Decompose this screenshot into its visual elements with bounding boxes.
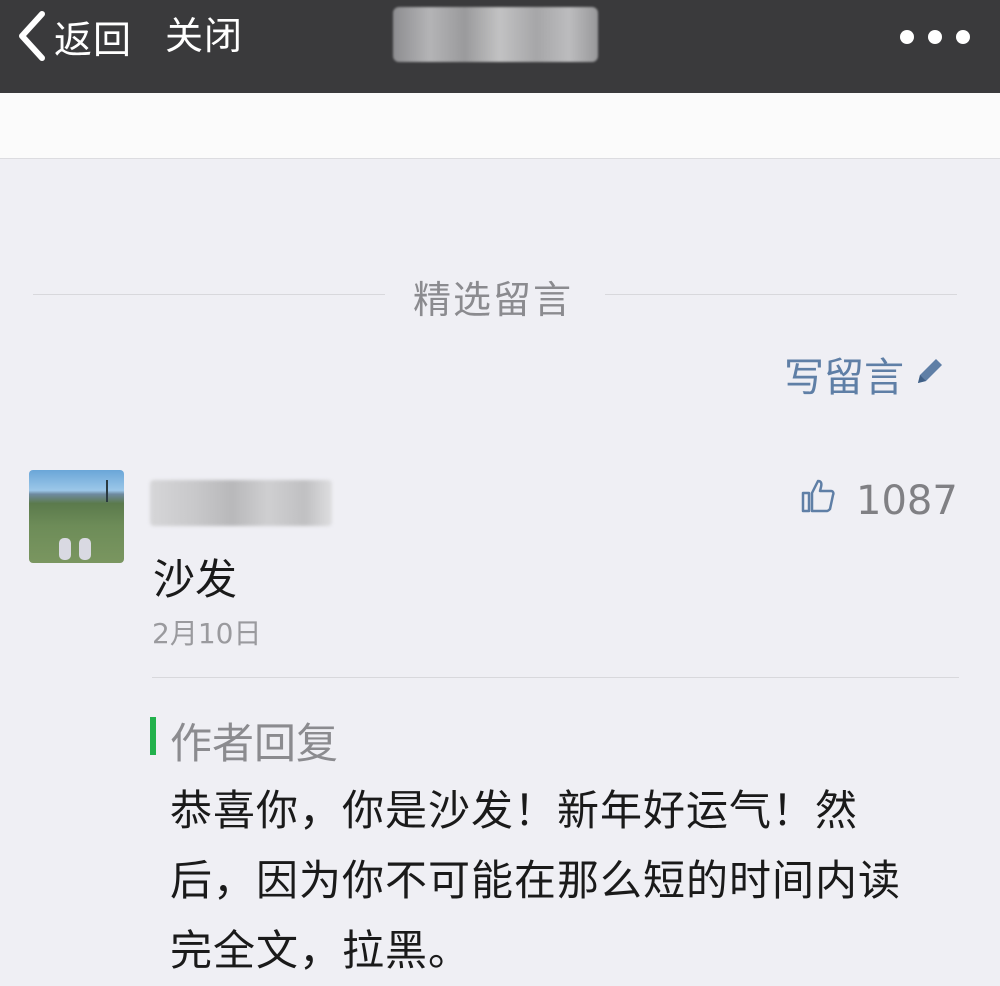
reply-divider: [152, 677, 959, 678]
article-bottom-strip: [0, 93, 1000, 159]
more-dot: [928, 30, 942, 44]
divider-line: [605, 294, 957, 295]
reply-line: 后，因为你不可能在那么短的时间内读: [170, 856, 902, 905]
author-reply-text: 恭喜你，你是沙发！新年好运气！然 后，因为你不可能在那么短的时间内读 完全文，拉…: [170, 776, 960, 986]
like-button[interactable]: 1087: [800, 478, 958, 524]
write-comment-label: 写留言: [784, 355, 904, 401]
write-comment-button[interactable]: 写留言: [784, 345, 946, 403]
avatar-detail: [59, 538, 71, 560]
comments-section-header: 精选留言: [33, 264, 957, 324]
reply-line: 完全文，拉黑。: [170, 926, 472, 975]
more-dot: [956, 30, 970, 44]
thumbs-up-icon: [800, 478, 856, 524]
back-button[interactable]: 返回: [14, 8, 132, 64]
avatar-detail: [79, 538, 91, 560]
page-title-obscured: [393, 7, 598, 62]
comment-text: 沙发: [153, 555, 238, 604]
section-title: 精选留言: [412, 278, 573, 322]
avatar-detail: [106, 480, 108, 502]
commenter-name-obscured: [150, 480, 332, 526]
more-options-button[interactable]: [900, 22, 970, 52]
chevron-left-icon: [14, 10, 48, 62]
more-dot: [900, 30, 914, 44]
pencil-icon: [904, 351, 946, 397]
avatar[interactable]: [29, 470, 124, 563]
reply-accent-bar: [150, 717, 156, 755]
reply-line: 恭喜你，你是沙发！新年好运气！然: [170, 786, 859, 835]
like-count: 1087: [856, 478, 958, 524]
back-label: 返回: [54, 17, 133, 62]
divider-line: [33, 294, 385, 295]
author-reply-title: 作者回复: [170, 719, 339, 768]
top-navigation-bar: 返回 关闭: [0, 0, 1000, 93]
close-button[interactable]: 关闭: [165, 10, 243, 62]
comment-date: 2月10日: [152, 617, 262, 650]
